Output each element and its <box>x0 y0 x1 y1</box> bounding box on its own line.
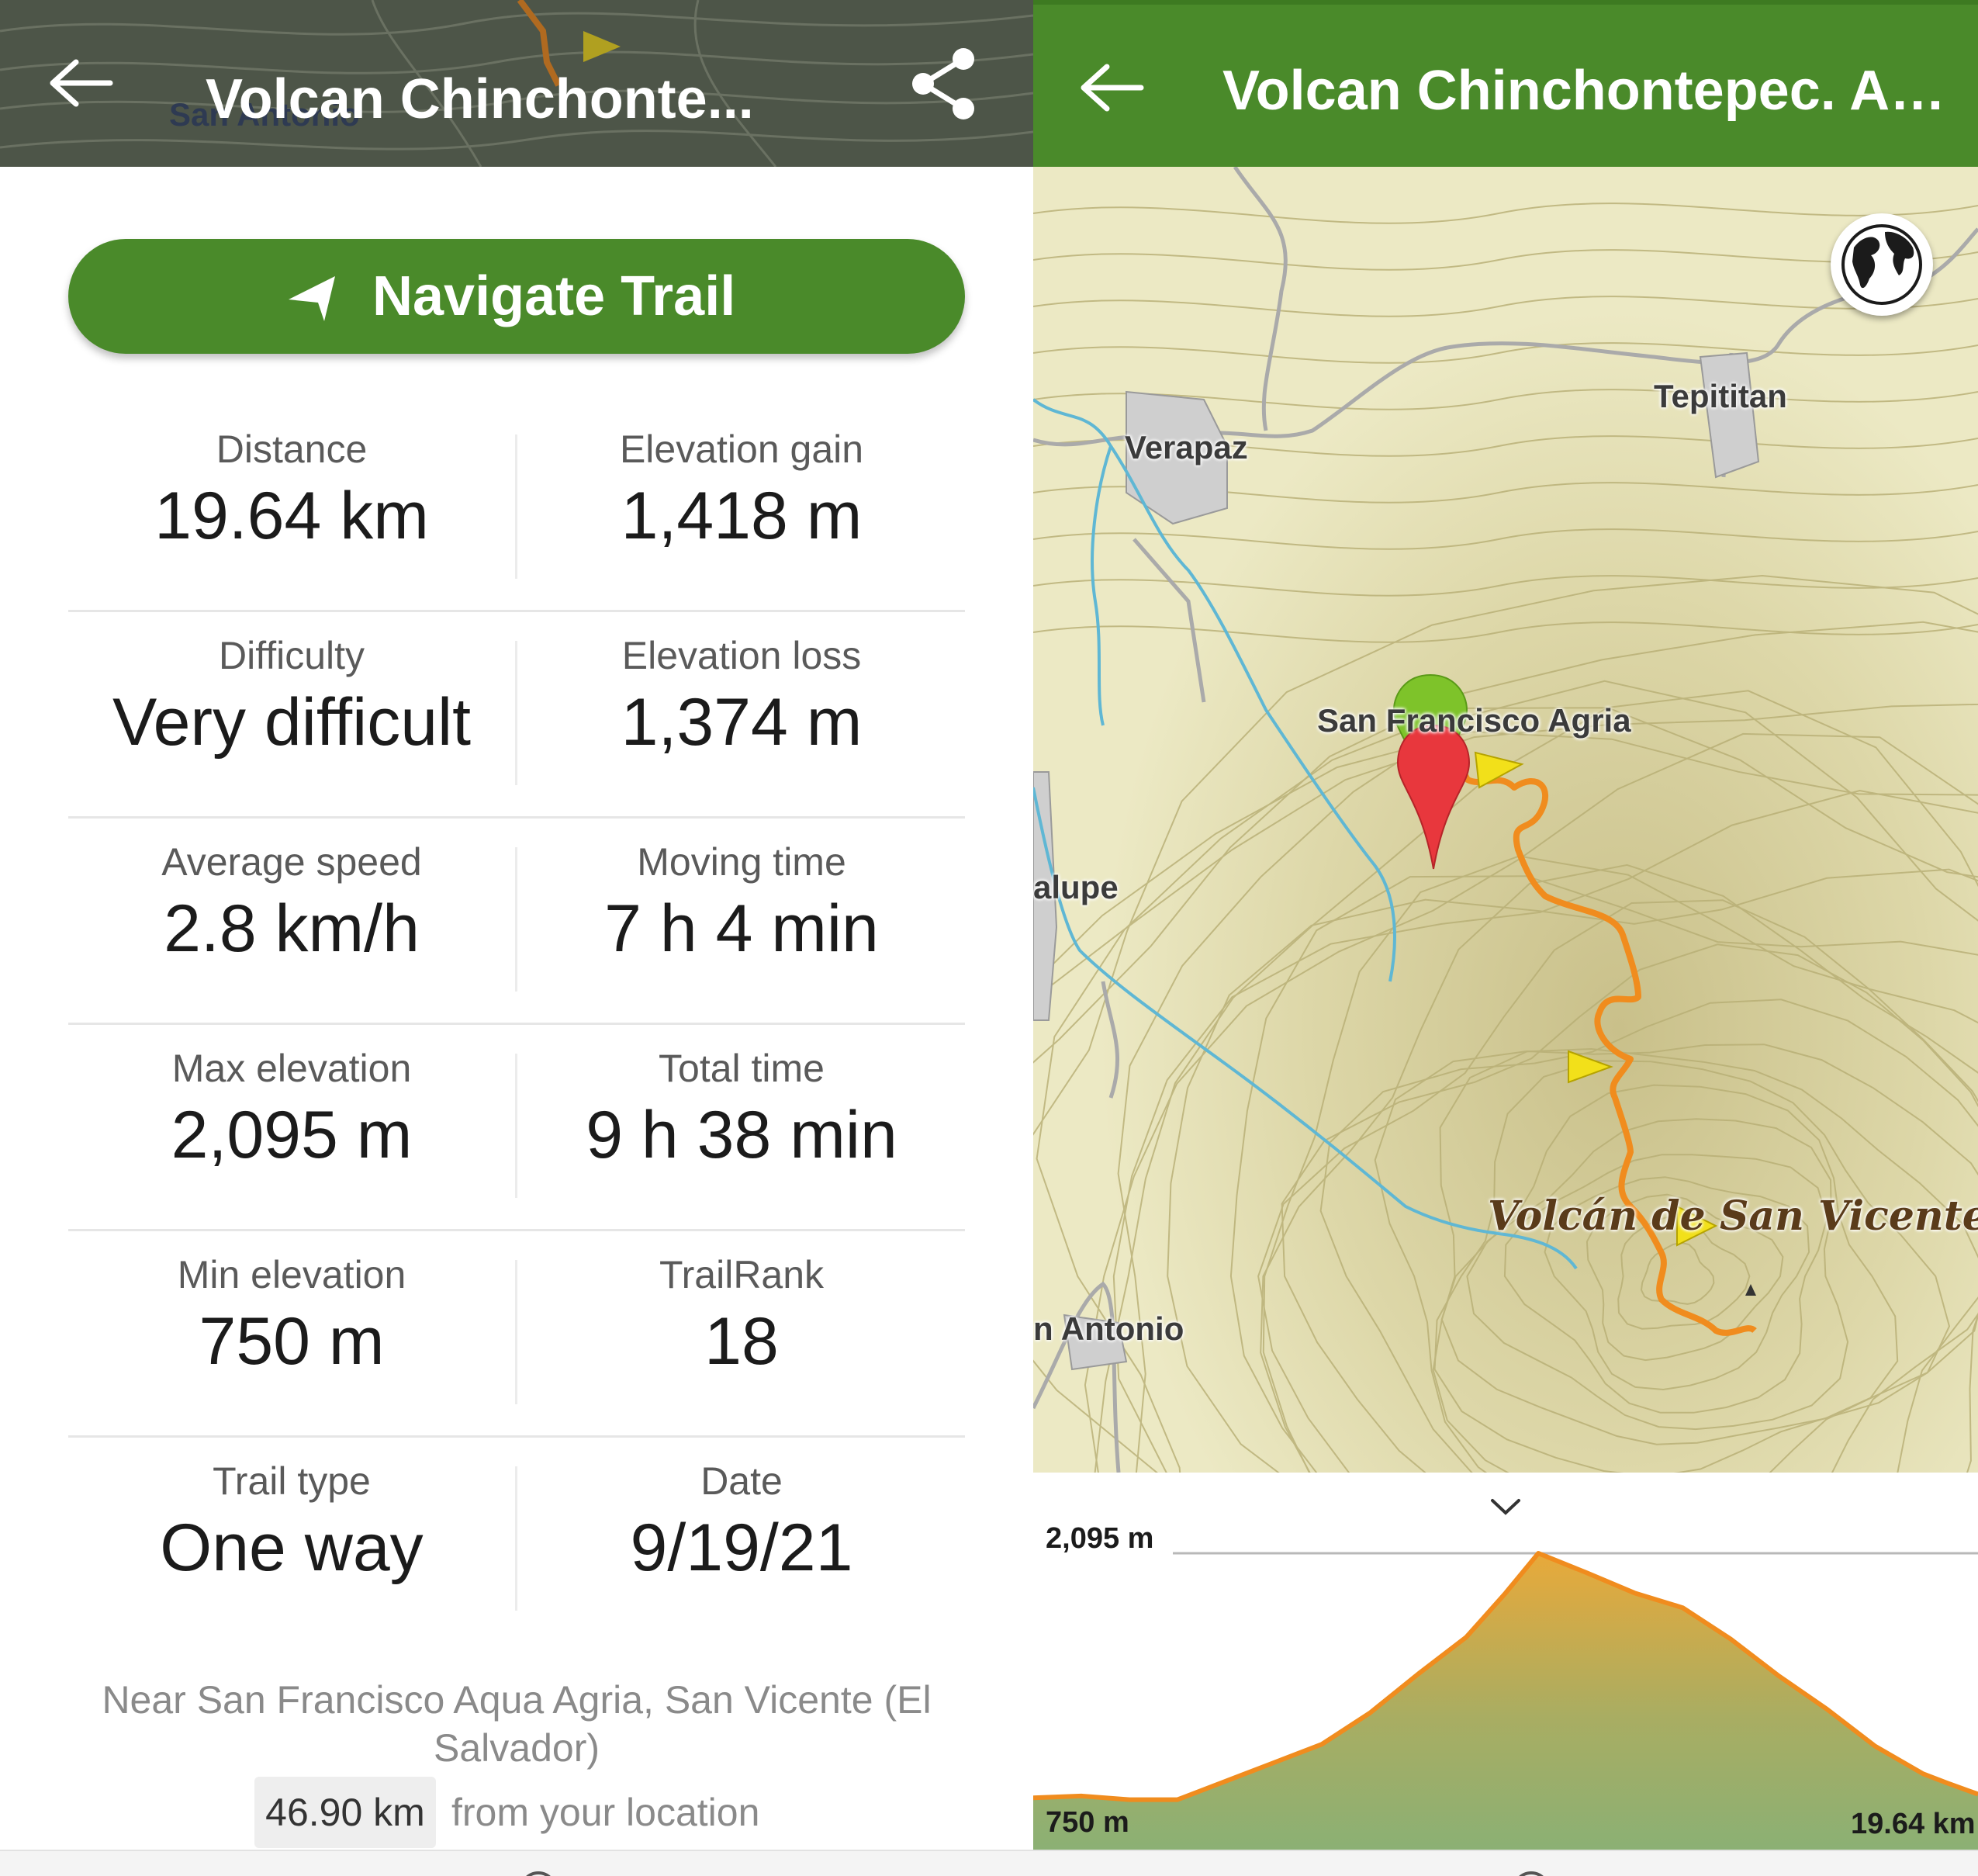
elevation-chart <box>1033 1551 1978 1850</box>
navigate-trail-button[interactable]: Navigate Trail <box>68 239 965 354</box>
stat-elevation-gain: Elevation gain 1,418 m <box>518 403 965 610</box>
details-header: San Antonio Volcan Chinchonte... <box>0 0 1033 167</box>
stat-value: One way <box>160 1511 424 1585</box>
stat-row: Difficulty Very difficult Elevation loss… <box>68 610 965 819</box>
stat-average-speed: Average speed 2.8 km/h <box>68 816 515 1023</box>
stat-divider <box>515 847 517 992</box>
stat-date: Date 9/19/21 <box>518 1435 965 1642</box>
chevron-down-icon[interactable] <box>1488 1496 1523 1519</box>
stat-value: 7 h 4 min <box>604 891 879 966</box>
trail-details-screen: San Antonio Volcan Chinchonte... Navigat… <box>0 0 1033 1876</box>
stat-value: 1,374 m <box>621 685 863 760</box>
trail-title: Volcan Chinchontepec. Agu... <box>1222 60 1959 122</box>
stat-divider <box>515 641 517 785</box>
stat-divider <box>515 1260 517 1404</box>
home-indicator-icon[interactable] <box>520 1871 557 1876</box>
stat-difficulty: Difficulty Very difficult <box>68 610 515 816</box>
trail-map-screen: Volcan Chinchontepec. Agu... Verapaz Tep… <box>1033 0 1978 1876</box>
stat-trail-type: Trail type One way <box>68 1435 515 1642</box>
stat-label: Min elevation <box>177 1253 406 1296</box>
map-label-guadalupe: alupe <box>1033 869 1119 905</box>
stat-row: Min elevation 750 m TrailRank 18 <box>68 1229 965 1438</box>
stat-value: 1,418 m <box>621 479 863 553</box>
map-label-san-francisco-agria: San Francisco Agria <box>1317 702 1631 739</box>
map-label-tepititan: Tepititan <box>1654 378 1787 414</box>
share-icon[interactable] <box>906 45 980 123</box>
back-arrow-icon[interactable] <box>1076 61 1146 115</box>
topographic-map <box>1033 167 1978 1473</box>
bottom-bar <box>1033 1850 1978 1876</box>
bottom-bar <box>0 1850 1033 1876</box>
stat-min-elevation: Min elevation 750 m <box>68 1229 515 1435</box>
stat-row: Distance 19.64 km Elevation gain 1,418 m <box>68 403 965 612</box>
stat-label: Elevation gain <box>619 427 864 471</box>
distance-suffix: from your location <box>451 1791 760 1834</box>
location-text: Near San Francisco Aqua Agria, San Vicen… <box>102 1678 932 1770</box>
stat-label: Trail type <box>213 1459 371 1503</box>
stat-row: Trail type One way Date 9/19/21 <box>68 1435 965 1642</box>
map-label-volcano: Volcán de San Vicente <box>1488 1192 1978 1240</box>
stat-value: 2,095 m <box>171 1098 413 1172</box>
distance-from-location: 46.90 km from your location <box>0 1777 1033 1848</box>
stat-label: Elevation loss <box>621 634 862 677</box>
home-indicator-icon[interactable] <box>1513 1871 1550 1876</box>
stat-value: 9 h 38 min <box>586 1098 897 1172</box>
stat-label: Date <box>700 1459 783 1503</box>
navigate-trail-label: Navigate Trail <box>372 265 736 327</box>
navigation-arrow-icon <box>289 276 335 321</box>
stat-value: 2.8 km/h <box>164 891 420 966</box>
stat-divider <box>515 434 517 579</box>
stat-label: Average speed <box>161 840 422 884</box>
stat-total-time: Total time 9 h 38 min <box>518 1023 965 1229</box>
globe-icon <box>1841 224 1922 305</box>
stat-trailrank: TrailRank 18 <box>518 1229 965 1435</box>
stat-moving-time: Moving time 7 h 4 min <box>518 816 965 1023</box>
stat-value: 9/19/21 <box>630 1511 853 1585</box>
elevation-profile[interactable]: 2,095 m 750 m 19.64 km <box>1033 1473 1978 1850</box>
stat-label: TrailRank <box>659 1253 825 1296</box>
stat-row: Max elevation 2,095 m Total time 9 h 38 … <box>68 1023 965 1231</box>
stat-elevation-loss: Elevation loss 1,374 m <box>518 610 965 816</box>
stat-value: 18 <box>704 1304 779 1379</box>
stat-label: Difficulty <box>218 634 365 677</box>
stat-label: Total time <box>659 1047 825 1090</box>
trail-map[interactable]: Verapaz Tepititan San Francisco Agria al… <box>1033 167 1978 1473</box>
stat-label: Max elevation <box>171 1047 412 1090</box>
stat-label: Moving time <box>637 840 846 884</box>
distance-label: 19.64 km <box>1851 1808 1976 1840</box>
stat-value: 750 m <box>199 1304 385 1379</box>
stat-row: Average speed 2.8 km/h Moving time 7 h 4… <box>68 816 965 1025</box>
back-arrow-icon[interactable] <box>45 56 115 110</box>
max-elevation-label: 2,095 m <box>1046 1522 1154 1555</box>
trail-title: Volcan Chinchonte... <box>206 68 754 130</box>
min-elevation-label: 750 m <box>1046 1806 1129 1839</box>
elevation-area <box>1033 1553 1978 1850</box>
distance-badge: 46.90 km <box>254 1777 436 1848</box>
map-layers-button[interactable] <box>1831 213 1933 316</box>
stat-divider <box>515 1466 517 1611</box>
stat-value: 19.64 km <box>154 479 429 553</box>
stat-divider <box>515 1054 517 1198</box>
map-header: Volcan Chinchontepec. Agu... <box>1033 0 1978 167</box>
map-label-san-antonio: n Antonio <box>1033 1310 1184 1347</box>
map-label-verapaz: Verapaz <box>1125 429 1248 466</box>
stat-value: Very difficult <box>112 685 472 760</box>
stat-label: Distance <box>216 427 368 471</box>
stat-max-elevation: Max elevation 2,095 m <box>68 1023 515 1229</box>
stat-distance: Distance 19.64 km <box>68 403 515 610</box>
